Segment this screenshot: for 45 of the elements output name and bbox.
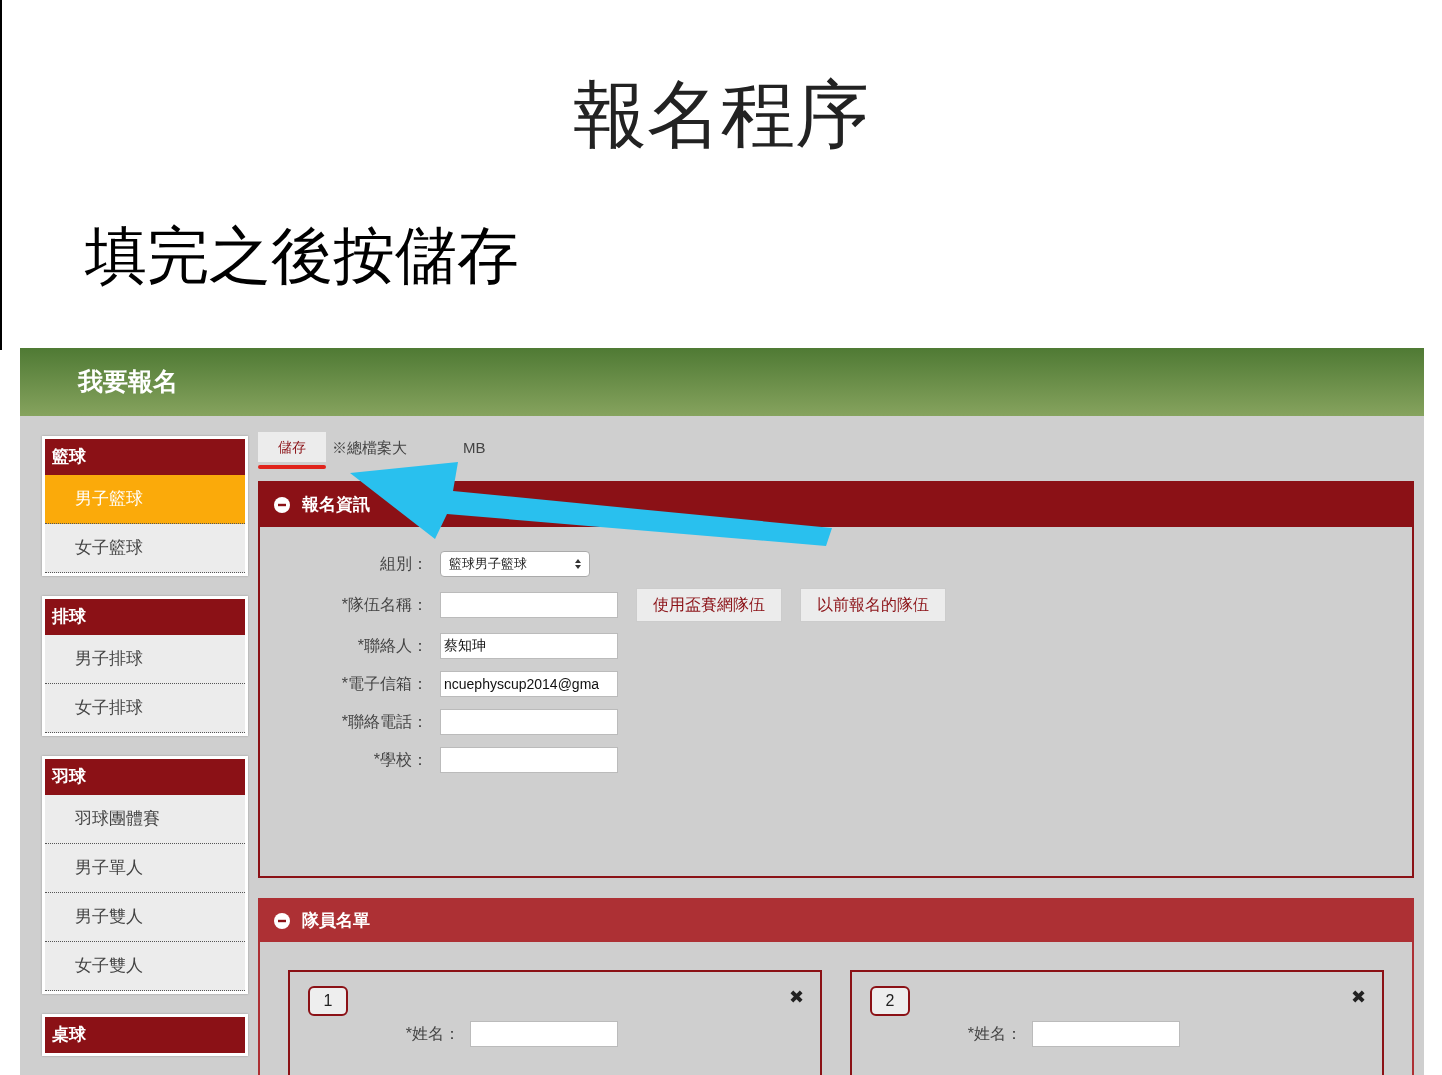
sidebar-item[interactable]: 男子雙人 [45, 893, 245, 942]
sidebar-item[interactable]: 羽球團體賽 [45, 795, 245, 844]
section-title: 隊員名單 [302, 910, 370, 933]
file-size-note: MB [463, 438, 486, 458]
app-header-title: 我要報名 [78, 366, 178, 398]
sidebar-group-title: 籃球 [45, 439, 245, 475]
group-select[interactable]: 籃球男子籃球 [440, 551, 590, 577]
text-field[interactable] [470, 1021, 618, 1047]
sidebar-item[interactable]: 男子單人 [45, 844, 245, 893]
sidebar-item[interactable]: 女子籃球 [45, 524, 245, 573]
remove-button[interactable]: ✖ [1351, 988, 1366, 1006]
team-button[interactable]: 使用盃賽網隊伍 [636, 588, 782, 622]
text-field[interactable]: 蔡知珅 [440, 633, 618, 659]
sidebar-group-title: 排球 [45, 599, 245, 635]
collapse-icon[interactable] [274, 913, 290, 929]
field-label: *聯絡電話： [340, 712, 429, 732]
team-button[interactable]: 以前報名的隊伍 [800, 588, 946, 622]
field-label: *聯絡人： [356, 636, 429, 656]
sidebar-group-title: 桌球 [45, 1017, 245, 1053]
sidebar-group-title: 羽球 [45, 759, 245, 795]
sidebar-item[interactable]: 男子排球 [45, 635, 245, 684]
field-label: 組別： [379, 554, 429, 574]
text-field[interactable]: ncuephyscup2014@gma [440, 671, 618, 697]
save-button[interactable]: 儲存 [258, 432, 326, 462]
underline-mark [258, 465, 326, 469]
field-label: *姓名： [404, 1024, 461, 1044]
section-title: 報名資訊 [302, 494, 370, 517]
sidebar-item[interactable]: 女子雙人 [45, 942, 245, 991]
collapse-icon[interactable] [274, 497, 290, 513]
text-field[interactable] [440, 709, 618, 735]
field-label: *學校： [372, 750, 429, 770]
remove-button[interactable]: ✖ [789, 988, 804, 1006]
slide-subtitle: 填完之後按儲存 [85, 221, 519, 290]
field-label: *隊伍名稱： [340, 595, 429, 615]
field-label: *姓名： [966, 1024, 1023, 1044]
member-number: 2 [870, 986, 910, 1016]
text-field[interactable] [440, 592, 618, 618]
text-field[interactable] [1032, 1021, 1180, 1047]
field-label: *電子信箱： [340, 674, 429, 694]
sidebar-item[interactable]: 女子排球 [45, 684, 245, 733]
text-field[interactable] [440, 747, 618, 773]
file-size-note: ※總檔案大 [332, 438, 407, 458]
dropdown-caret-icon [575, 559, 581, 569]
member-number: 1 [308, 986, 348, 1016]
slide-title: 報名程序 [573, 78, 869, 152]
